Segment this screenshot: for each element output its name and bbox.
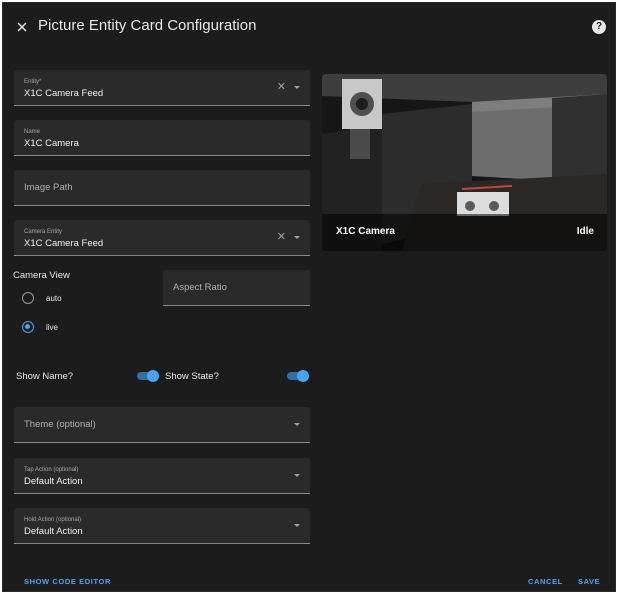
hold-action-picker[interactable]: Hold Action (optional) Default Action [14,508,310,544]
entity-value: X1C Camera Feed [24,88,104,99]
camera-entity-picker[interactable]: Camera Entity X1C Camera Feed ✕ [14,220,310,256]
dialog-title: Picture Entity Card Configuration [38,17,257,34]
hold-action-value: Default Action [24,526,83,537]
radio-auto[interactable] [22,292,34,304]
name-value: X1C Camera [24,138,79,149]
clear-icon[interactable]: ✕ [277,82,286,93]
radio-live[interactable] [22,321,34,333]
name-label: Name [24,129,41,135]
hold-action-label: Hold Action (optional) [24,517,82,523]
chevron-down-icon[interactable] [294,236,300,239]
dialog-header: Picture Entity Card Configuration ? [3,3,615,53]
aspect-ratio-field[interactable]: Aspect Ratio [163,270,310,306]
chevron-down-icon[interactable] [294,423,300,426]
tap-action-label: Tap Action (optional) [24,467,79,473]
show-name-label: Show Name? [16,371,74,382]
camera-view-label: Camera View [13,270,70,281]
image-path-field[interactable]: Image Path [14,170,310,206]
show-state-toggle[interactable] [287,369,309,383]
tap-action-picker[interactable]: Tap Action (optional) Default Action [14,458,310,494]
theme-picker[interactable]: Theme (optional) [14,407,310,443]
chevron-down-icon[interactable] [294,524,300,527]
toggle-thumb [297,370,309,382]
tap-action-value: Default Action [24,476,83,487]
toggle-thumb [147,370,159,382]
entity-picker[interactable]: Entity* X1C Camera Feed ✕ [14,70,310,106]
preview-entity-state: Idle [576,226,594,237]
show-state-label: Show State? [165,371,219,382]
theme-placeholder: Theme (optional) [24,419,96,430]
chevron-down-icon[interactable] [294,86,300,89]
camera-entity-value: X1C Camera Feed [24,238,104,249]
image-path-placeholder: Image Path [24,182,73,193]
radio-auto-label: auto [46,294,62,303]
preview-entity-name: X1C Camera [336,226,395,237]
camera-entity-label: Camera Entity [24,229,63,235]
show-name-toggle[interactable] [137,369,159,383]
show-code-editor-button[interactable]: SHOW CODE EDITOR [24,577,111,586]
cancel-button[interactable]: CANCEL [528,577,563,586]
chevron-down-icon[interactable] [294,474,300,477]
name-field[interactable]: Name X1C Camera [14,120,310,156]
help-icon[interactable]: ? [592,20,606,34]
close-icon[interactable] [13,17,33,37]
aspect-ratio-placeholder: Aspect Ratio [173,282,227,293]
card-config-dialog: Picture Entity Card Configuration ? Enti… [2,2,616,592]
save-button[interactable]: SAVE [578,577,600,586]
clear-icon[interactable]: ✕ [277,232,286,243]
radio-live-label: live [46,323,59,332]
camera-image [322,74,607,251]
picture-entity-preview[interactable]: X1C Camera Idle [322,74,607,251]
entity-label: Entity* [24,79,42,85]
